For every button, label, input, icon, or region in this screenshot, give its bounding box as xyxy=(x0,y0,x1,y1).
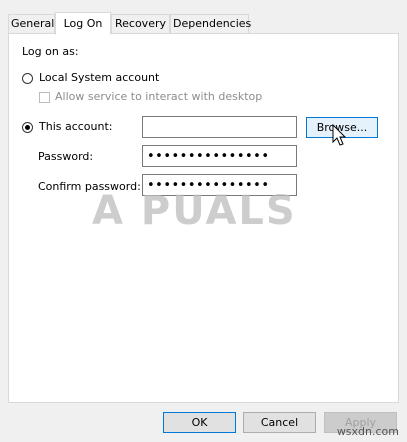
password-field[interactable] xyxy=(142,145,297,167)
tab-dependencies[interactable]: Dependencies xyxy=(170,14,251,33)
service-properties-dialog: General Log On Recovery Dependencies Log… xyxy=(0,0,407,442)
password-label: Password: xyxy=(38,150,94,163)
log-on-as-heading: Log on as: xyxy=(22,45,79,58)
tab-log-on[interactable]: Log On xyxy=(55,12,111,35)
this-account-label[interactable]: This account: xyxy=(39,120,113,133)
allow-interact-checkbox[interactable] xyxy=(39,92,50,103)
allow-interact-label: Allow service to interact with desktop xyxy=(55,90,263,103)
mouse-pointer-icon xyxy=(332,124,347,146)
this-account-input[interactable] xyxy=(142,116,297,138)
this-account-radio[interactable] xyxy=(22,122,33,133)
tab-recovery[interactable]: Recovery xyxy=(111,14,170,33)
local-system-label[interactable]: Local System account xyxy=(39,71,159,84)
watermark-logo: A PUALS xyxy=(92,188,297,234)
tab-general[interactable]: General xyxy=(8,14,55,33)
credit-text: wsxdn.com xyxy=(336,425,399,438)
local-system-radio[interactable] xyxy=(22,73,33,84)
cancel-button[interactable]: Cancel xyxy=(243,412,316,433)
ok-button[interactable]: OK xyxy=(163,412,236,433)
